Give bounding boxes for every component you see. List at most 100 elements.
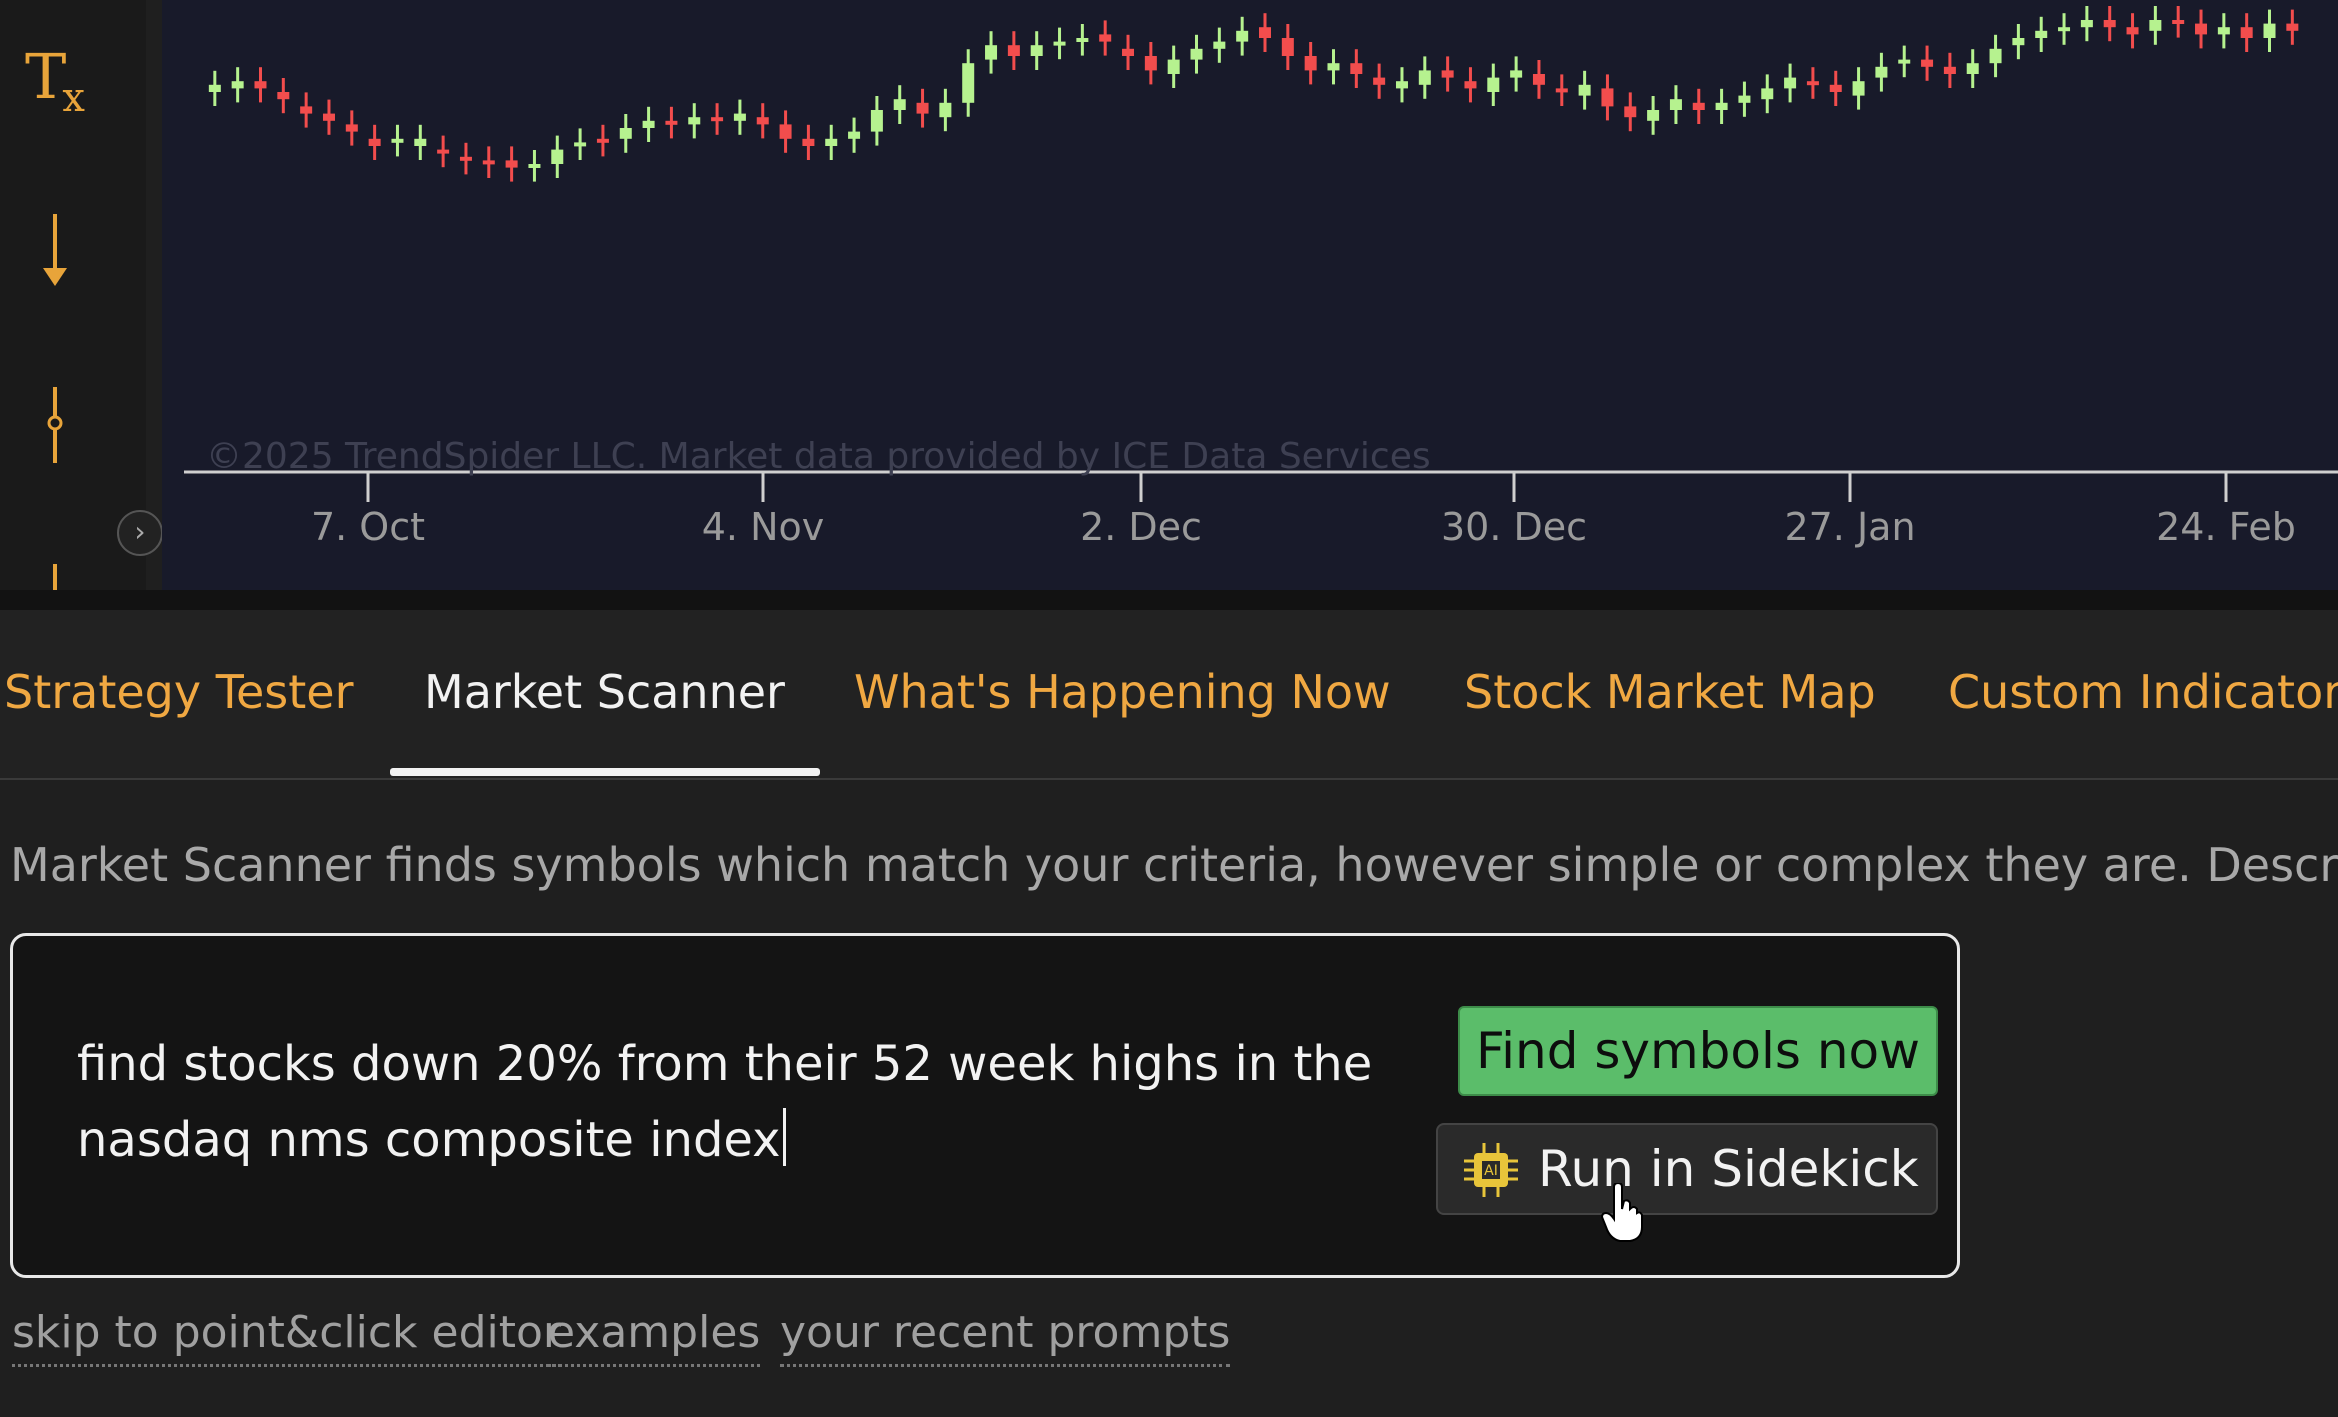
panel-divider[interactable] [0,590,2338,610]
candle-body [916,102,929,114]
candle-body [1692,102,1705,110]
candle-body [1418,70,1431,85]
recent-prompts-link[interactable]: your recent prompts [780,1307,1231,1367]
svg-text:AI: AI [1484,1163,1498,1179]
candle-body [2217,27,2230,35]
candle-body [848,131,861,139]
candle-body [2149,20,2162,31]
scanner-description: Market Scanner finds symbols which match… [10,838,2338,892]
candle-body [528,164,541,168]
tool-icon-partial[interactable] [0,560,110,594]
candle-body [1373,77,1386,85]
candle-body [1852,81,1865,96]
candle-body [1464,81,1477,89]
candle-body [1601,88,1614,107]
candle-body [756,117,769,125]
arrow-down-icon[interactable] [0,210,110,294]
candle-body [277,92,290,100]
clear-format-icon[interactable]: Tx [0,40,110,121]
candle-body [574,142,587,147]
x-axis-label: 24. Feb [2156,505,2296,549]
candle-body [414,138,427,146]
tab-custom-indicator[interactable]: Custom Indicator [1948,665,2338,719]
candle-body [1555,88,1568,93]
candle-body [870,110,883,132]
candle-body [642,120,655,128]
candle-body [733,113,746,121]
candle-body [1806,81,1819,86]
candle-body [1898,59,1911,64]
candle-body [1784,77,1797,89]
candle-body [779,124,792,139]
candle-body [1578,84,1591,96]
candle-body [437,149,450,154]
find-symbols-button[interactable]: Find symbols now [1458,1006,1938,1096]
candle-body [1350,63,1363,74]
candle-body [1236,30,1249,42]
candle-body [1281,38,1294,56]
hand-pointer-icon [1600,1183,1643,1242]
candle-body [1761,88,1774,100]
candle-body [459,156,472,161]
candle-body [825,138,838,146]
candle-body [1510,70,1523,78]
candle-body [391,138,404,143]
candle-body [2126,27,2139,35]
candle-body [1921,59,1934,67]
tab-whats-happening-now[interactable]: What's Happening Now [854,665,1391,719]
candle-body [1259,27,1271,38]
pin-icon[interactable] [0,385,110,469]
candle-body [2263,23,2276,38]
candle-body [551,149,564,164]
skip-to-editor-link[interactable]: skip to point&click editor [12,1307,562,1367]
x-axis-label: 7. Oct [311,505,425,549]
candle-body [1441,70,1454,78]
candle-body [254,81,267,89]
candle-body [322,113,335,121]
candle-body [893,99,906,110]
candle-body [2240,27,2253,38]
candle-body [231,81,244,89]
candle-body [1030,45,1043,56]
chip-icon: AI [1464,1143,1518,1197]
candle-body [1167,59,1180,74]
candle-body [939,102,952,118]
candle-body [619,128,632,139]
expand-toolbar-button[interactable]: › [117,510,163,556]
candle-body [802,138,815,146]
candle-body [2286,23,2299,31]
prompt-line-2: nasdaq nms composite index [77,1112,781,1168]
candle-body [1076,38,1089,42]
tab-market-scanner[interactable]: Market Scanner [424,665,785,719]
candle-body [1715,102,1728,110]
price-chart[interactable]: ©2025 TrendSpider LLC. Market data provi… [162,0,2338,590]
run-in-sidekick-button[interactable]: AI Run in Sidekick [1436,1123,1938,1215]
drawing-toolbar: Tx [0,0,146,590]
candle-body [1966,63,1979,74]
text-caret [782,1108,786,1166]
candle-body [1943,66,1956,74]
scanner-prompt-input[interactable]: find stocks down 20% from their 52 week … [77,1026,1377,1178]
candle-body [1053,41,1066,46]
scanner-prompt-box[interactable]: find stocks down 20% from their 52 week … [10,933,1960,1278]
examples-link[interactable]: examples [548,1307,761,1367]
chevron-right-icon: › [134,515,146,548]
candle-body [2172,20,2185,24]
candle-body [1829,84,1842,92]
candle-body [2058,27,2071,32]
tab-strategy-tester[interactable]: Strategy Tester [4,665,354,719]
candle-body [1122,48,1135,56]
candle-body [2012,38,2025,46]
tab-stock-market-map[interactable]: Stock Market Map [1464,665,1876,719]
candle-body [985,45,998,60]
candle-body [1190,48,1203,60]
candle-body [345,124,358,132]
candle-body [1532,74,1545,85]
candle-body [1624,106,1637,118]
candle-body [1213,41,1226,49]
x-axis-label: 2. Dec [1080,505,1202,549]
sidekick-button-label: Run in Sidekick [1538,1140,1919,1198]
candle-body [1304,56,1317,71]
candle-body [1327,63,1340,71]
candle-body [505,160,518,168]
